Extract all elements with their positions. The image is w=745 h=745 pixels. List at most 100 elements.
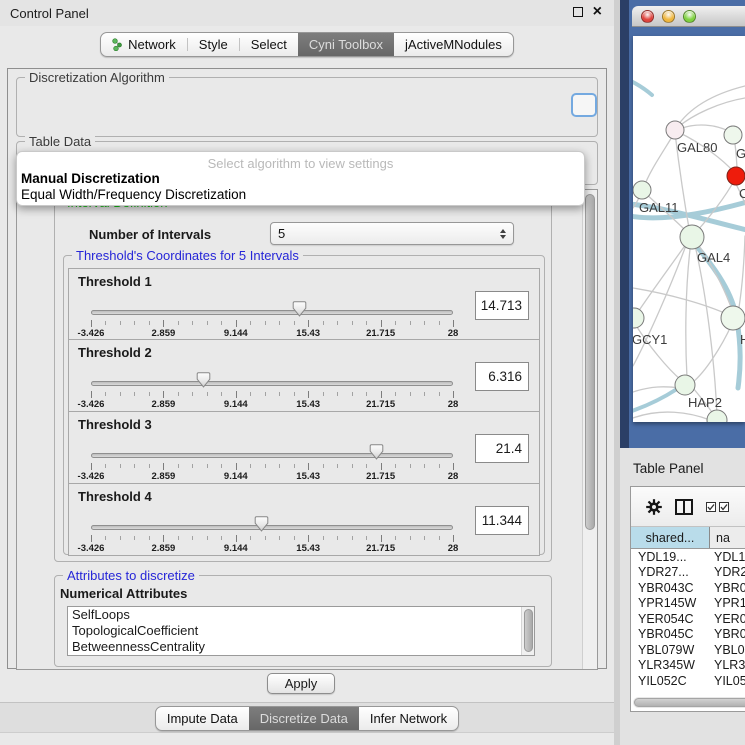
- network-edge[interactable]: [676, 86, 745, 128]
- float-window-icon[interactable]: [573, 7, 583, 17]
- slider-thumb[interactable]: [254, 516, 269, 532]
- algorithm-option-equal-width-frequency-discretization[interactable]: Equal Width/Frequency Discretization: [17, 187, 584, 203]
- network-node-c[interactable]: [727, 167, 745, 185]
- slider-tick: [236, 320, 237, 327]
- slider-track[interactable]: [91, 525, 453, 530]
- algorithm-combobox[interactable]: [571, 93, 597, 117]
- network-edge[interactable]: [633, 412, 710, 420]
- tab-jactivemnodules[interactable]: jActiveMNodules: [394, 33, 513, 56]
- network-canvas[interactable]: GAL80GCGAL11GAL4GCY1HHAP2: [633, 36, 745, 422]
- table-row[interactable]: YPR145WYPR145W: [631, 596, 745, 612]
- network-window-titlebar[interactable]: [632, 6, 745, 27]
- tab-network[interactable]: Network: [101, 33, 187, 56]
- slider-tick: [105, 464, 106, 468]
- apply-button[interactable]: Apply: [267, 673, 335, 694]
- network-edge[interactable]: [686, 241, 691, 378]
- settings-scrollbar[interactable]: [582, 190, 597, 669]
- slider-tick: [178, 536, 179, 540]
- table-row[interactable]: YBR043CYBR043C: [631, 580, 745, 596]
- network-graph[interactable]: GAL80GCGAL11GAL4GCY1HHAP2: [633, 36, 745, 422]
- tab-impute-data[interactable]: Impute Data: [156, 707, 249, 730]
- network-edge[interactable]: [644, 132, 675, 187]
- numerical-attributes-list[interactable]: SelfLoopsTopologicalCoefficientBetweenne…: [67, 606, 535, 656]
- close-icon[interactable]: ×: [593, 5, 602, 19]
- network-node-gal80[interactable]: [666, 121, 684, 139]
- threshold-value-field[interactable]: 14.713: [475, 291, 529, 320]
- attribute-item-selfloops[interactable]: SelfLoops: [68, 607, 534, 623]
- network-node-hap2[interactable]: [675, 375, 695, 395]
- number-of-intervals-label: Number of Intervals: [89, 227, 211, 242]
- network-node-g[interactable]: [724, 126, 742, 144]
- threshold-slider[interactable]: -3.4262.8599.14415.4321.71528: [91, 297, 453, 339]
- number-of-intervals-combobox[interactable]: 5: [270, 222, 514, 245]
- gear-icon[interactable]: [646, 499, 662, 515]
- threshold-panel: Threshold 3-3.4262.8599.14415.4321.71528…: [68, 412, 540, 484]
- slider-tick: [294, 392, 295, 396]
- algorithm-option-manual-discretization[interactable]: Manual Discretization: [17, 171, 584, 187]
- slider-track[interactable]: [91, 310, 453, 315]
- threshold-slider[interactable]: -3.4262.8599.14415.4321.71528: [91, 440, 453, 482]
- slider-tick: [221, 464, 222, 468]
- slider-tick: [323, 321, 324, 325]
- attributes-scrollbar[interactable]: [521, 607, 534, 655]
- checkbox-filter-icons[interactable]: [706, 502, 729, 512]
- column-header-shared-name[interactable]: shared...: [631, 527, 710, 548]
- network-edge[interactable]: [633, 288, 729, 315]
- settings-scrollbar-thumb[interactable]: [585, 194, 595, 530]
- columns-icon[interactable]: [675, 499, 693, 515]
- table-row[interactable]: YDL19...YDL19: [631, 549, 745, 565]
- minimize-traffic-light-icon[interactable]: [662, 10, 675, 23]
- network-edge-highlighted[interactable]: [633, 389, 677, 412]
- column-header-name[interactable]: na: [710, 527, 745, 548]
- network-node-gcy1[interactable]: [633, 308, 644, 328]
- table-row[interactable]: YBL079WYBL079W: [631, 642, 745, 658]
- network-edge[interactable]: [633, 240, 688, 366]
- threshold-value-field[interactable]: 11.344: [475, 506, 529, 535]
- slider-tick: [134, 321, 135, 325]
- combo-spinner-icon: [494, 229, 506, 239]
- attributes-scrollbar-thumb[interactable]: [524, 609, 533, 652]
- table-row[interactable]: YER054CYER054C: [631, 611, 745, 627]
- network-edge[interactable]: [677, 98, 745, 128]
- network-node[interactable]: [707, 410, 727, 422]
- network-node-gal4[interactable]: [680, 225, 704, 249]
- slider-track[interactable]: [91, 381, 453, 386]
- slider-thumb[interactable]: [369, 444, 384, 460]
- table-hscrollbar-thumb[interactable]: [634, 698, 745, 707]
- threshold-value-field[interactable]: 21.4: [475, 434, 529, 463]
- slider-thumb[interactable]: [292, 301, 307, 317]
- slider-thumb[interactable]: [196, 372, 211, 388]
- table-hscrollbar[interactable]: [633, 697, 745, 708]
- threshold-panel: Threshold 2-3.4262.8599.14415.4321.71528…: [68, 340, 540, 412]
- slider-tick: [337, 321, 338, 325]
- threshold-value-field[interactable]: 6.316: [475, 362, 529, 391]
- slider-tick: [250, 321, 251, 325]
- tab-infer-network[interactable]: Infer Network: [359, 707, 458, 730]
- slider-tick: [178, 464, 179, 468]
- slider-tick: [308, 463, 309, 470]
- tab-style[interactable]: Style: [188, 33, 239, 56]
- tab-discretize-data[interactable]: Discretize Data: [249, 707, 359, 730]
- table-row[interactable]: YIL052CYIL052C: [631, 673, 745, 689]
- tab-select[interactable]: Select: [240, 33, 298, 56]
- threshold-slider[interactable]: -3.4262.8599.14415.4321.71528: [91, 512, 453, 554]
- network-node-h[interactable]: [721, 306, 745, 330]
- threshold-slider[interactable]: -3.4262.8599.14415.4321.71528: [91, 368, 453, 410]
- table-row[interactable]: YBR045CYBR045C: [631, 627, 745, 643]
- slider-tick: [352, 392, 353, 396]
- tab-cyni-toolbox[interactable]: Cyni Toolbox: [298, 33, 394, 56]
- network-node-gal11[interactable]: [633, 181, 651, 199]
- network-edge[interactable]: [677, 125, 732, 133]
- network-node-label: HAP2: [688, 395, 722, 410]
- table-row[interactable]: YLR345WYLR345W: [631, 658, 745, 674]
- attributes-group: Attributes to discretize Numerical Attri…: [54, 575, 552, 667]
- attribute-item-betweennesscentrality[interactable]: BetweennessCentrality: [68, 639, 534, 655]
- network-edge[interactable]: [737, 236, 745, 319]
- network-edge-highlighted[interactable]: [633, 80, 652, 95]
- attribute-item-topologicalcoefficient[interactable]: TopologicalCoefficient: [68, 623, 534, 639]
- slider-track[interactable]: [91, 453, 453, 458]
- zoom-traffic-light-icon[interactable]: [683, 10, 696, 23]
- slider-scale-label: 28: [448, 543, 459, 554]
- close-traffic-light-icon[interactable]: [641, 10, 654, 23]
- table-row[interactable]: YDR27...YDR27: [631, 565, 745, 581]
